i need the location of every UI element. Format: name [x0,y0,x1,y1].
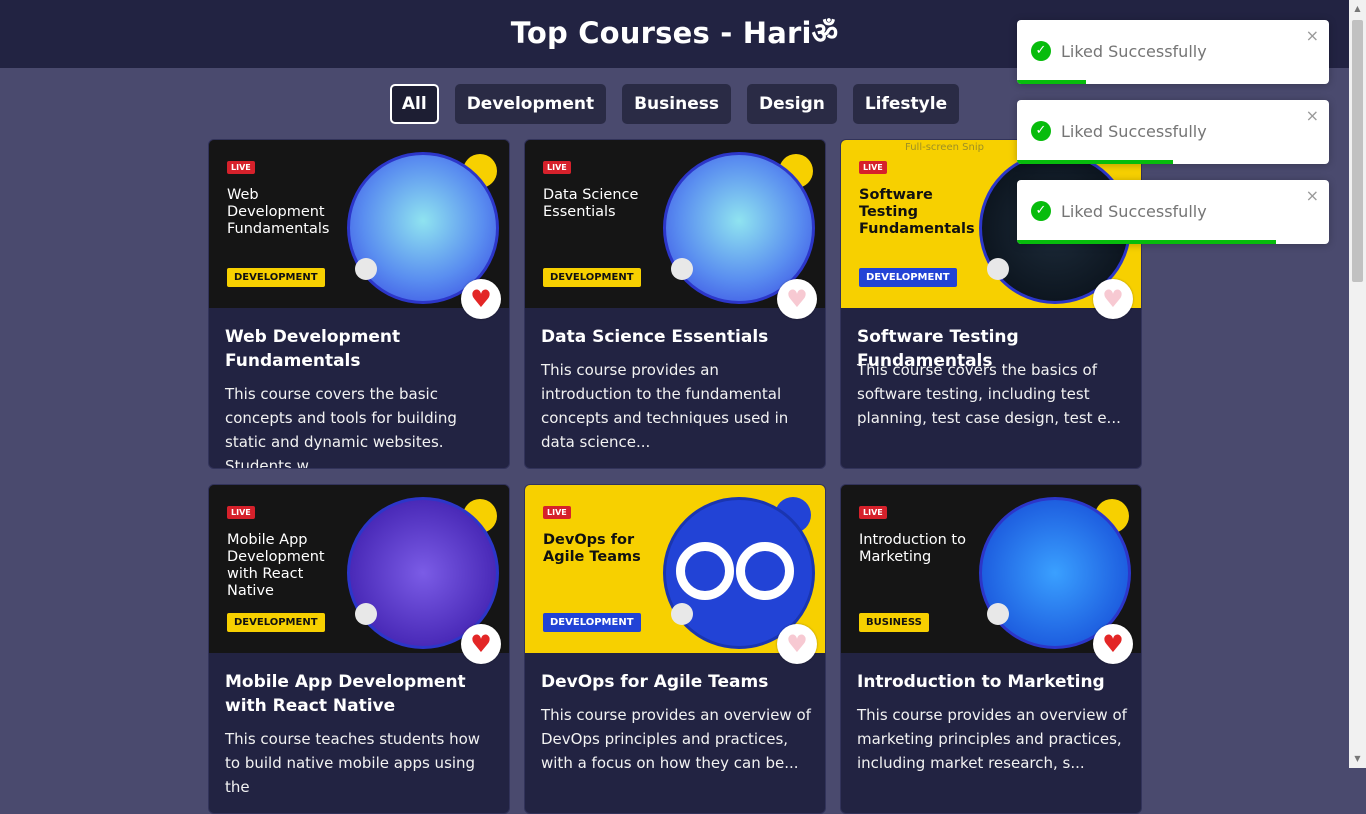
decor-dot [671,258,693,280]
category-tag: DEVELOPMENT [227,613,325,632]
course-description: This course covers the basics of softwar… [857,361,1121,427]
filter-design-button[interactable]: Design [746,84,837,124]
thumbnail-title: Mobile App Development with React Native [227,532,325,599]
course-title: Introduction to Marketing [857,672,1105,692]
course-card[interactable]: LIVE Web Development Fundamentals DEVELO… [208,139,510,469]
live-badge: LIVE [227,161,255,174]
live-badge: LIVE [227,506,255,519]
category-tag: DEVELOPMENT [543,613,641,632]
thumbnail-title: Web Development Fundamentals [227,187,330,237]
thumbnail-title: DevOps for Agile Teams [543,532,641,565]
course-card[interactable]: LIVE Mobile App Development with React N… [208,484,510,814]
course-thumbnail: LIVE DevOps for Agile Teams DEVELOPMENT [525,485,825,653]
success-check-icon: ✓ [1031,121,1051,141]
decor-dot [355,603,377,625]
course-card[interactable]: LIVE DevOps for Agile Teams DEVELOPMENT … [524,484,826,814]
live-badge: LIVE [543,161,571,174]
course-description: This course provides an overview of mark… [857,706,1127,772]
live-badge: LIVE [543,506,571,519]
thumbnail-title: Introduction to Marketing [859,532,966,565]
like-heart-icon[interactable]: ♥ [461,624,501,664]
close-icon[interactable]: × [1306,106,1319,125]
toast-notification[interactable]: ✓ Liked Successfully × [1017,20,1329,84]
toast-progress-bar [1017,160,1173,164]
course-description: This course provides an introduction to … [541,361,789,451]
page-title: Top Courses - Hariॐ [510,15,839,50]
course-thumbnail: LIVE Data Science Essentials DEVELOPMENT [525,140,825,308]
course-thumbnail: LIVE Mobile App Development with React N… [209,485,509,653]
success-check-icon: ✓ [1031,201,1051,221]
close-icon[interactable]: × [1306,26,1319,45]
thumbnail-title: Software Testing Fundamentals [859,187,975,237]
decor-dot [987,258,1009,280]
scroll-up-arrow-icon[interactable]: ▲ [1352,3,1363,15]
decor-dot [987,603,1009,625]
course-description: This course covers the basic concepts an… [225,385,457,469]
decor-dot [671,603,693,625]
toast-message: Liked Successfully [1061,122,1207,141]
loop-left-ring [676,542,734,600]
scroll-down-arrow-icon[interactable]: ▼ [1352,753,1363,765]
category-tag: DEVELOPMENT [227,268,325,287]
course-title: DevOps for Agile Teams [541,672,769,692]
live-badge: LIVE [859,161,887,174]
live-badge: LIVE [859,506,887,519]
like-heart-icon[interactable]: ♥ [1093,624,1133,664]
filter-business-button[interactable]: Business [622,84,731,124]
like-heart-icon[interactable]: ♥ [1093,279,1133,319]
toast-progress-bar [1017,240,1276,244]
loop-right-ring [736,542,794,600]
filter-all-button[interactable]: All [389,84,439,124]
filter-development-button[interactable]: Development [454,84,607,124]
category-tag: DEVELOPMENT [859,268,957,287]
category-tag: BUSINESS [859,613,929,632]
course-title: Data Science Essentials [541,327,769,347]
toast-message: Liked Successfully [1061,42,1207,61]
like-heart-icon[interactable]: ♥ [777,624,817,664]
decor-dot [355,258,377,280]
toast-notification[interactable]: ✓ Liked Successfully × [1017,180,1329,244]
category-tag: DEVELOPMENT [543,268,641,287]
toast-progress-bar [1017,80,1086,84]
course-description: This course teaches students how to buil… [225,730,481,796]
course-card[interactable]: LIVE Data Science Essentials DEVELOPMENT… [524,139,826,469]
toast-message: Liked Successfully [1061,202,1207,221]
close-icon[interactable]: × [1306,186,1319,205]
filter-lifestyle-button[interactable]: Lifestyle [852,84,960,124]
course-description: This course provides an overview of DevO… [541,706,811,772]
thumbnail-title: Data Science Essentials [543,187,639,220]
course-title: Mobile App Development with React Native [225,672,466,716]
course-card[interactable]: LIVE Introduction to Marketing BUSINESS … [840,484,1142,814]
toast-notification[interactable]: ✓ Liked Successfully × [1017,100,1329,164]
course-thumbnail: LIVE Introduction to Marketing BUSINESS [841,485,1141,653]
like-heart-icon[interactable]: ♥ [777,279,817,319]
course-title: Web Development Fundamentals [225,327,401,371]
course-thumbnail: LIVE Web Development Fundamentals DEVELO… [209,140,509,308]
scrollbar-thumb[interactable] [1352,20,1363,282]
snip-hint: Full-screen Snip [905,142,984,153]
like-heart-icon[interactable]: ♥ [461,279,501,319]
success-check-icon: ✓ [1031,41,1051,61]
